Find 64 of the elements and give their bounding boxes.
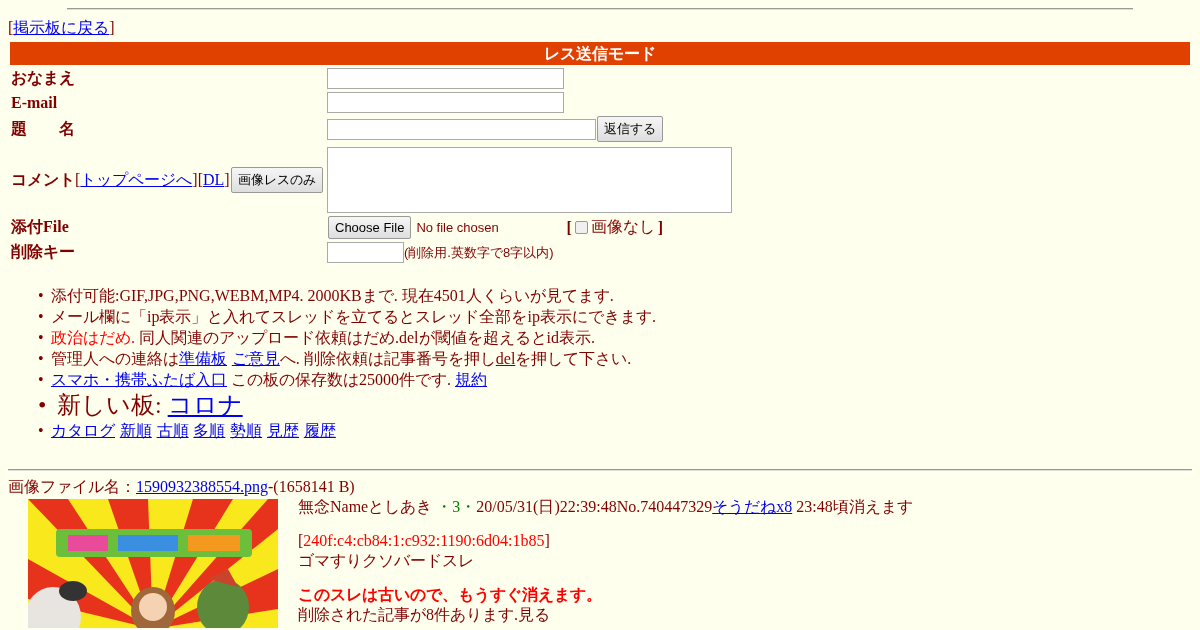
bullet: • (38, 370, 45, 390)
bullet: • (38, 391, 48, 420)
field-label: コメント (11, 169, 75, 190)
link[interactable]: 古順 (156, 422, 189, 439)
bracket: [ (8, 19, 14, 36)
bracket: ] (109, 19, 115, 36)
link[interactable]: 新順 (119, 422, 152, 439)
link[interactable]: コロナ (167, 392, 243, 418)
bracket: ] (224, 171, 230, 189)
bullet: • (38, 328, 45, 348)
field-label: 削除キー (11, 242, 75, 262)
notice-text: 新しい板: コロナ (57, 391, 243, 420)
field-hint: (削除用.英数字で8字以内) (404, 243, 554, 262)
notice-text: 添付可能:GIF,JPG,PNG,WEBM,MP4. 2000KBまで. 現在4501人くらいが見てます. (51, 286, 614, 306)
checkbox[interactable] (574, 221, 588, 234)
field-label: おなまえ (11, 68, 75, 89)
bullet: • (38, 421, 45, 441)
link[interactable]: カタログ (51, 422, 115, 439)
link[interactable]: 履歴 (303, 422, 336, 439)
choose-file-button[interactable]: Choose File (328, 216, 412, 239)
field-label: 添付File (11, 217, 69, 237)
link[interactable]: 見歴 (267, 422, 299, 439)
notice-text: スマホ・携帯ふたば入口 この板の保存数は25000件です. 規約 (51, 370, 487, 390)
bullet: • (38, 349, 45, 369)
comment-field[interactable] (327, 147, 732, 213)
form-title-bar: レス送信モード (10, 42, 1190, 65)
link[interactable]: 多順 (193, 422, 226, 439)
post-body: ゴマすりクソバードスレ (298, 551, 475, 571)
link[interactable]: トップページへ (80, 169, 193, 191)
field-label: E-mail (11, 93, 58, 112)
bracket: ] (657, 218, 664, 237)
file-status: No file chosen (416, 220, 500, 235)
bullet: • (38, 286, 45, 306)
subject-field[interactable] (327, 118, 596, 140)
link[interactable]: スマホ・携帯ふたば入口 (51, 371, 227, 388)
submit-button[interactable]: 返信する (597, 116, 663, 142)
ip-address: [240f:c4:cb84:1:c932:1190:6d04:1b85] (298, 531, 551, 551)
bracket: [ (197, 171, 203, 189)
link[interactable]: 1590932388554.png (136, 478, 268, 495)
link[interactable]: 勢順 (230, 422, 263, 439)
file-name-line: 画像ファイル名：1590932388554.png-(1658141 B) (8, 477, 356, 497)
notice-text: 政治はだめ. 同人関連のアップロード依頼はだめ.delが閾値を超えるとid表示. (51, 328, 595, 348)
delete-key-field[interactable] (327, 242, 404, 263)
link[interactable]: そうだねx8 (712, 498, 793, 515)
back-link[interactable]: 掲示板に戻る (13, 19, 110, 36)
input-field[interactable] (327, 92, 564, 113)
link[interactable]: 規約 (455, 371, 487, 388)
notice-text: メール欄に「ip表示」と入れてスレッドを立てるとスレッド全部をip表示にできます. (51, 307, 656, 327)
post-header: 無念Nameとしあき ・3・20/05/31(日)22:39:48No.740447329そうだねx8 23:48頃消えます (298, 497, 913, 517)
checkbox-label: 画像なし (590, 217, 655, 237)
notice-text: 管理人への連絡は準備板 ご意見へ. 削除依頼は記事番号を押しdelを押して下さい. (51, 349, 632, 369)
image-only-button[interactable]: 画像レスのみ (230, 167, 323, 193)
field-label: 題 名 (11, 118, 75, 139)
bullet: • (38, 307, 45, 327)
bracket: [ (75, 171, 81, 189)
link[interactable]: ご意見 (231, 350, 280, 367)
link[interactable]: DL (203, 171, 225, 189)
bracket: [ (566, 218, 572, 237)
link[interactable]: del (495, 350, 516, 367)
bracket: ] (192, 171, 198, 189)
expiry-warning: このスレは古いので、もうすぐ消えます。 (298, 585, 603, 605)
input-field[interactable] (327, 68, 564, 89)
link[interactable]: 準備板 (179, 350, 227, 367)
deleted-note: 削除された記事が8件あります.見る (298, 605, 551, 625)
